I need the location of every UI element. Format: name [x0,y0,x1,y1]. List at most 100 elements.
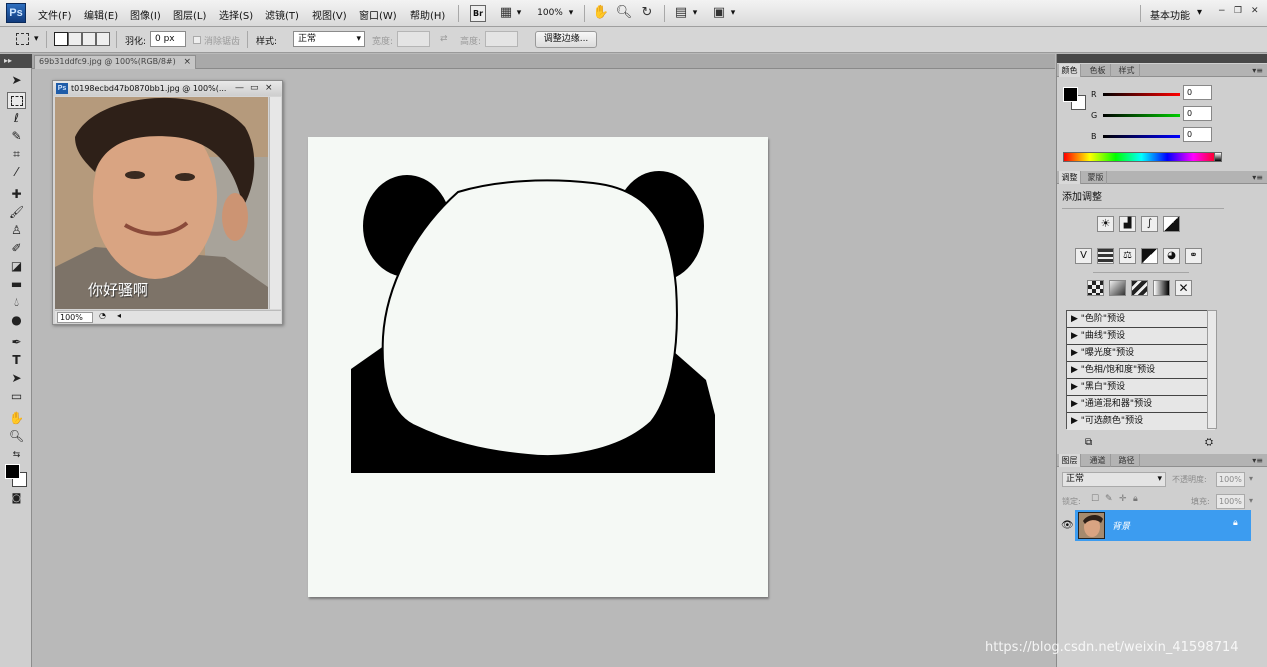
lock-all-icon[interactable]: 🔒︎ [1133,494,1138,504]
preset-hue-saturation[interactable]: ▶ "色相/饱和度"预设 [1067,362,1215,379]
clip-layer-icon[interactable]: ⧉ [1085,437,1092,448]
photo-filter-icon[interactable]: ◕ [1163,248,1180,264]
swap-colors-icon[interactable]: ⇆ [7,447,26,464]
lock-pixels-icon[interactable]: ✎ [1105,494,1113,504]
adjustment-options-icon[interactable]: ⛭ [1205,437,1213,448]
chevron-down-icon[interactable]: ▾ [690,5,700,22]
eyedropper-icon[interactable]: ⁄ [7,164,26,181]
close-icon[interactable]: ✕ [1251,6,1259,16]
width-input[interactable] [397,31,430,47]
vibrance-icon[interactable]: V [1075,248,1092,264]
height-input[interactable] [485,31,518,47]
blue-channel-input[interactable]: 0 [1183,127,1212,142]
status-menu-icon[interactable]: ◔ [99,311,106,320]
menu-layer[interactable]: 图层(L) [173,7,206,22]
quick-mask-icon[interactable]: ◙ [7,490,26,507]
panel-menu-icon[interactable]: ▾≡ [1252,64,1263,77]
lasso-tool-icon[interactable]: ℓ [7,110,26,127]
foreground-color-swatch[interactable] [5,464,20,479]
arrange-documents-icon[interactable]: ▤ [672,4,690,22]
zoom-tool-icon[interactable]: 🔍︎ [7,428,26,445]
panel-dock-grip[interactable] [1057,54,1267,63]
shape-tool-icon[interactable]: ▭ [7,388,26,405]
view-extras-icon[interactable]: ▦ [497,4,515,22]
toolbox-grip[interactable]: ▸▸ [0,54,32,68]
zoom-tool-icon[interactable]: 🔍︎ [615,4,633,22]
intersect-selection-icon[interactable] [96,32,110,46]
preset-black-white[interactable]: ▶ "黑白"预设 [1067,379,1215,396]
move-tool-icon[interactable]: ➤ [7,72,26,89]
exposure-icon[interactable] [1163,216,1180,232]
lock-position-icon[interactable]: ✛ [1119,494,1127,504]
brush-tool-icon[interactable]: 🖌︎ [7,204,26,221]
clone-stamp-icon[interactable]: ♙ [7,222,26,239]
eye-visibility-icon[interactable]: 👁︎ [1061,520,1074,531]
preset-curves[interactable]: ▶ "曲线"预设 [1067,328,1215,345]
tab-swatches[interactable]: 色板 [1085,64,1111,77]
vertical-scrollbar[interactable] [269,97,281,309]
quick-selection-icon[interactable]: ✎ [7,128,26,145]
workspace-switcher[interactable]: 基本功能 [1150,7,1190,22]
hand-tool-icon[interactable]: ✋ [592,4,610,22]
color-spectrum-bar[interactable] [1063,152,1220,162]
close-icon[interactable]: × [265,81,273,96]
channel-mixer-icon[interactable]: ⚭ [1185,248,1202,264]
history-brush-icon[interactable]: ✐ [7,240,26,257]
tab-masks[interactable]: 蒙版 [1085,171,1107,184]
menu-window[interactable]: 窗口(W) [359,7,397,22]
tab-layers[interactable]: 图层 [1059,454,1081,467]
tab-paths[interactable]: 路径 [1114,454,1140,467]
preset-selective-color[interactable]: ▶ "可选颜色"预设 [1067,413,1215,430]
feather-input[interactable]: 0 px [150,31,186,47]
chevron-down-icon[interactable]: ▾ [34,34,39,44]
minimize-icon[interactable]: — [235,81,244,96]
preset-exposure[interactable]: ▶ "曝光度"预设 [1067,345,1215,362]
healing-brush-icon[interactable]: ✚ [7,186,26,203]
crop-tool-icon[interactable]: ⌗ [7,146,26,163]
document-canvas[interactable] [308,137,768,597]
chevron-down-icon[interactable]: ▾ [1249,474,1253,483]
levels-icon[interactable]: ▟ [1119,216,1136,232]
color-balance-icon[interactable]: ⚖ [1119,248,1136,264]
tab-color[interactable]: 颜色 [1059,64,1081,77]
floating-window-titlebar[interactable]: Ps t0198ecbd47b0870bb1.jpg @ 100%(... [53,81,282,96]
eraser-tool-icon[interactable]: ◪ [7,258,26,275]
type-tool-icon[interactable]: T [7,352,26,369]
tab-adjustments[interactable]: 调整 [1059,171,1081,184]
rotate-view-icon[interactable]: ↻ [638,4,656,22]
path-selection-icon[interactable]: ➤ [7,370,26,387]
subtract-selection-icon[interactable] [82,32,96,46]
chevron-down-icon[interactable]: ▾ [514,5,524,22]
curves-icon[interactable]: ∫ [1141,216,1158,232]
maximize-icon[interactable]: ▭ [250,81,259,96]
antialias-checkbox[interactable] [193,36,201,44]
menu-edit[interactable]: 编辑(E) [84,7,118,22]
panel-menu-icon[interactable]: ▾≡ [1252,171,1263,184]
swap-dimensions-icon[interactable]: ⇄ [440,34,448,44]
zoom-level-field[interactable]: 100% [57,312,93,323]
floating-document-window[interactable]: Ps t0198ecbd47b0870bb1.jpg @ 100%(... — … [52,80,283,325]
menu-view[interactable]: 视图(V) [312,7,347,22]
threshold-icon[interactable] [1131,280,1148,296]
tab-document[interactable]: 69b31ddfc9.jpg @ 100%(RGB/8#) × [34,55,196,69]
zoom-level-select[interactable]: 100% [535,5,565,22]
scroll-left-icon[interactable]: ◂ [117,311,121,320]
hue-saturation-icon[interactable] [1097,248,1114,264]
green-channel-slider[interactable] [1103,114,1180,117]
lock-transparency-icon[interactable]: ☐ [1091,494,1099,504]
close-icon[interactable]: × [183,56,191,68]
minimize-icon[interactable]: − [1218,6,1226,16]
preset-levels[interactable]: ▶ "色阶"预设 [1067,311,1215,328]
posterize-icon[interactable] [1109,280,1126,296]
tab-channels[interactable]: 通道 [1085,454,1111,467]
black-white-ramp[interactable] [1214,152,1222,162]
panel-menu-icon[interactable]: ▾≡ [1252,454,1263,467]
bridge-button[interactable]: Br [470,5,486,22]
tab-styles[interactable]: 样式 [1114,64,1140,77]
preset-channel-mixer[interactable]: ▶ "通道混和器"预设 [1067,396,1215,413]
new-selection-icon[interactable] [54,32,68,46]
opacity-input[interactable]: 100% [1216,472,1245,487]
chevron-down-icon[interactable]: ▾ [1197,7,1202,18]
restore-icon[interactable]: ❐ [1234,6,1242,16]
menu-file[interactable]: 文件(F) [38,7,72,22]
